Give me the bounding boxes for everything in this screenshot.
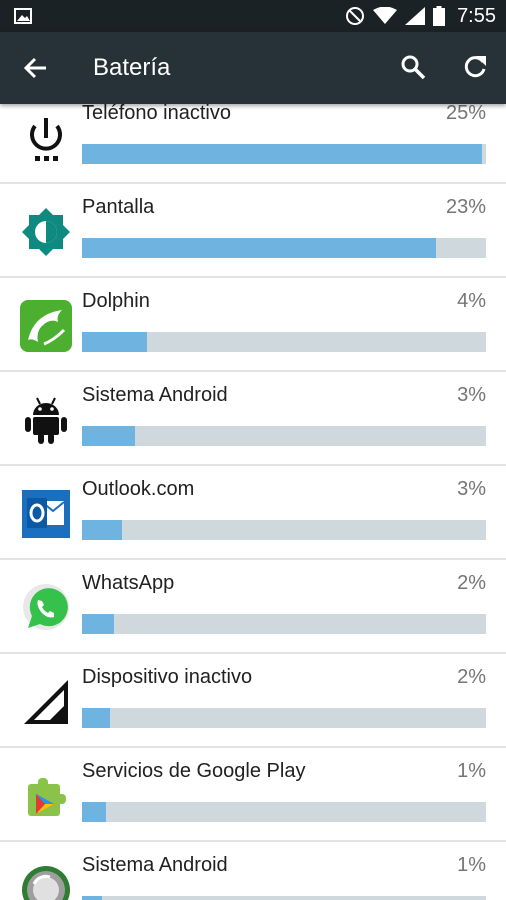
- usage-item-outlook[interactable]: Outlook.com 3%: [0, 466, 506, 560]
- usage-item-percent: 23%: [445, 196, 486, 218]
- usage-bar-track: [82, 332, 486, 352]
- usage-item-label: Sistema Android: [82, 384, 228, 406]
- usage-bar-track: [82, 520, 486, 540]
- usage-item-percent: 4%: [457, 290, 486, 312]
- usage-item-percent: 3%: [457, 384, 486, 406]
- usage-item-sistema-android[interactable]: Sistema Android 3%: [0, 372, 506, 466]
- page-title: Batería: [93, 54, 171, 81]
- usage-bar-track: [82, 144, 486, 164]
- search-icon[interactable]: [400, 54, 426, 80]
- usage-item-servicios-google-play[interactable]: Servicios de Google Play 1%: [0, 748, 506, 842]
- status-bar: 7:55: [0, 0, 506, 32]
- usage-bar-fill: [82, 238, 437, 258]
- usage-item-label: Dolphin: [82, 290, 150, 312]
- usage-item-label: WhatsApp: [82, 572, 175, 594]
- usage-bar-fill: [82, 520, 123, 540]
- usage-bar-track: [82, 614, 486, 634]
- usage-item-pantalla[interactable]: Pantalla 23%: [0, 184, 506, 278]
- usage-item-sistema-android-2[interactable]: Sistema Android 1%: [0, 842, 506, 900]
- back-arrow-icon[interactable]: [22, 54, 50, 82]
- battery-usage-list: Teléfono inactivo 25% Pantalla 23% Dolph…: [0, 104, 506, 900]
- usage-bar-fill: [82, 332, 147, 352]
- usage-item-whatsapp[interactable]: WhatsApp 2%: [0, 560, 506, 654]
- usage-item-percent: 25%: [445, 104, 486, 124]
- usage-bar-track: [82, 802, 486, 822]
- do-not-disturb-icon: [346, 7, 365, 25]
- usage-bar-fill: [82, 614, 115, 634]
- outlook-app-icon: [22, 490, 70, 538]
- usage-item-percent: 2%: [457, 666, 486, 688]
- android-system-app-icon: [22, 866, 70, 900]
- usage-item-label: Outlook.com: [82, 478, 195, 500]
- brightness-icon: [22, 208, 70, 256]
- battery-icon: [433, 6, 446, 26]
- usage-bar-fill: [82, 708, 111, 728]
- wifi-icon: [373, 7, 398, 24]
- usage-item-label: Pantalla: [82, 196, 155, 218]
- usage-item-percent: 1%: [457, 760, 486, 782]
- usage-item-telefono-inactivo[interactable]: Teléfono inactivo 25%: [0, 104, 506, 184]
- cell-signal-icon: [24, 680, 68, 724]
- usage-item-percent: 2%: [457, 572, 486, 594]
- power-icon: [30, 118, 62, 161]
- usage-bar-fill: [82, 802, 107, 822]
- usage-bar-track: [82, 238, 486, 258]
- app-bar: Batería: [0, 32, 506, 104]
- usage-bar-fill: [82, 426, 135, 446]
- usage-item-label: Teléfono inactivo: [82, 104, 231, 124]
- usage-item-label: Sistema Android: [82, 854, 228, 876]
- image-icon: [14, 8, 32, 24]
- signal-icon: [405, 7, 426, 25]
- dolphin-app-icon: [20, 300, 72, 352]
- status-time: 7:55: [457, 4, 496, 27]
- usage-bar-fill: [82, 896, 103, 900]
- android-icon: [25, 397, 67, 444]
- usage-item-label: Dispositivo inactivo: [82, 666, 253, 688]
- refresh-icon[interactable]: [462, 54, 488, 80]
- usage-bar-track: [82, 896, 486, 900]
- usage-bar-track: [82, 426, 486, 446]
- usage-item-label: Servicios de Google Play: [82, 760, 306, 782]
- whatsapp-app-icon: [23, 584, 69, 630]
- usage-item-percent: 1%: [457, 854, 486, 876]
- usage-item-percent: 3%: [457, 478, 486, 500]
- usage-bar-fill: [82, 144, 482, 164]
- usage-item-dolphin[interactable]: Dolphin 4%: [0, 278, 506, 372]
- google-play-services-icon: [28, 778, 66, 816]
- usage-bar-track: [82, 708, 486, 728]
- usage-item-dispositivo-inactivo[interactable]: Dispositivo inactivo 2%: [0, 654, 506, 748]
